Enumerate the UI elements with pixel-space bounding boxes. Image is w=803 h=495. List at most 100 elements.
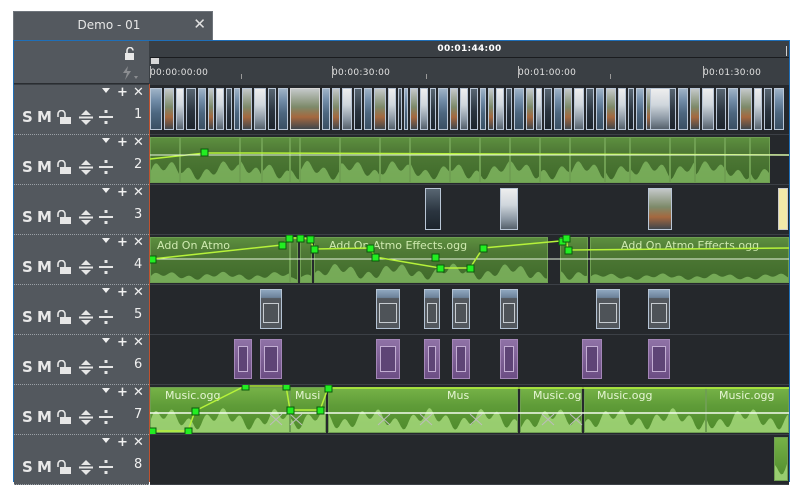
add-track-icon[interactable]: +: [117, 436, 128, 449]
track-lane-5[interactable]: [150, 285, 789, 335]
video-clip-thumbnail[interactable]: [618, 88, 626, 130]
mute-button[interactable]: M: [37, 258, 52, 276]
track-height-icon[interactable]: [78, 360, 94, 375]
video-clip-thumbnail[interactable]: [648, 188, 672, 230]
effect-object[interactable]: [452, 339, 470, 379]
track-lock-icon[interactable]: [57, 359, 73, 375]
video-clip-thumbnail[interactable]: [388, 88, 396, 130]
video-clip-thumbnail[interactable]: [536, 88, 542, 130]
video-clip-thumbnail[interactable]: [764, 88, 772, 130]
track-split-icon[interactable]: [98, 360, 114, 375]
video-clip-thumbnail[interactable]: [740, 88, 752, 130]
video-clip-thumbnail[interactable]: [410, 88, 418, 130]
track-split-icon[interactable]: [98, 410, 114, 425]
mute-button[interactable]: M: [37, 458, 52, 476]
mute-button[interactable]: M: [37, 358, 52, 376]
effect-object[interactable]: [452, 289, 470, 329]
video-clip-thumbnail[interactable]: [586, 88, 594, 130]
add-track-icon[interactable]: +: [117, 236, 128, 249]
delete-track-icon[interactable]: ✕: [133, 86, 144, 99]
video-clip-thumbnail[interactable]: [596, 88, 604, 130]
volume-envelope[interactable]: [150, 235, 789, 285]
effect-object[interactable]: [424, 289, 440, 329]
effect-object[interactable]: [500, 339, 518, 379]
track-header-7[interactable]: + ✕ S M 7: [14, 385, 149, 435]
track-split-icon[interactable]: [98, 110, 114, 125]
effect-object[interactable]: [424, 339, 440, 379]
track-split-icon[interactable]: [98, 260, 114, 275]
video-clip-thumbnail[interactable]: [778, 188, 788, 230]
video-clip-thumbnail[interactable]: [564, 88, 572, 130]
padlock-open-icon[interactable]: [124, 47, 138, 61]
video-clip-thumbnail[interactable]: [290, 88, 320, 130]
video-clip-thumbnail[interactable]: [322, 88, 330, 130]
volume-envelope[interactable]: [150, 385, 789, 435]
video-clip-thumbnail[interactable]: [496, 88, 504, 130]
mute-button[interactable]: M: [37, 108, 52, 126]
playhead-marker[interactable]: [151, 58, 159, 64]
delete-track-icon[interactable]: ✕: [133, 286, 144, 299]
effect-object[interactable]: [376, 339, 400, 379]
track-height-icon[interactable]: [78, 160, 94, 175]
lightning-icon[interactable]: [120, 66, 140, 80]
track-header-2[interactable]: + ✕ S M 2: [14, 135, 149, 185]
track-height-icon[interactable]: [78, 310, 94, 325]
track-header-8[interactable]: + ✕ S M 8: [14, 435, 149, 485]
video-clip-thumbnail[interactable]: [488, 88, 494, 130]
track-height-icon[interactable]: [78, 110, 94, 125]
track-header-6[interactable]: + ✕ S M 6: [14, 335, 149, 385]
track-height-icon[interactable]: [78, 410, 94, 425]
video-clip-thumbnail[interactable]: [278, 88, 288, 130]
video-clip-thumbnail[interactable]: [606, 88, 616, 130]
video-clip-thumbnail[interactable]: [470, 88, 478, 130]
track-menu-chevron-down-icon[interactable]: [102, 388, 110, 393]
video-clip-thumbnail[interactable]: [186, 88, 196, 130]
effect-object[interactable]: [500, 289, 518, 329]
mute-button[interactable]: M: [37, 208, 52, 226]
track-header-1[interactable]: + ✕ S M 1: [14, 85, 149, 135]
video-clip-thumbnail[interactable]: [342, 88, 352, 130]
effect-object[interactable]: [648, 289, 670, 329]
track-menu-chevron-down-icon[interactable]: [102, 188, 110, 193]
time-ruler[interactable]: 00:01:44:00 00:00:00:00 00:00:30:00 00:0…: [150, 41, 789, 84]
delete-track-icon[interactable]: ✕: [133, 186, 144, 199]
effect-object[interactable]: [234, 339, 252, 379]
volume-envelope[interactable]: [150, 135, 789, 185]
delete-track-icon[interactable]: ✕: [133, 236, 144, 249]
track-split-icon[interactable]: [98, 460, 114, 475]
track-menu-chevron-down-icon[interactable]: [102, 338, 110, 343]
video-clip-thumbnail[interactable]: [438, 88, 448, 130]
video-clip-thumbnail[interactable]: [526, 88, 534, 130]
effect-object[interactable]: [260, 289, 282, 329]
track-header-5[interactable]: + ✕ S M 5: [14, 285, 149, 335]
video-clip-thumbnail[interactable]: [690, 88, 700, 130]
video-clip-thumbnail[interactable]: [554, 88, 562, 130]
track-menu-chevron-down-icon[interactable]: [102, 288, 110, 293]
video-clip-thumbnail[interactable]: [404, 88, 408, 130]
solo-button[interactable]: S: [22, 158, 33, 176]
track-lane-7[interactable]: Music.oggMusiMusMusic.oggMusic.oggMusic.…: [150, 385, 789, 435]
video-clip-thumbnail[interactable]: [242, 88, 252, 130]
add-track-icon[interactable]: +: [117, 86, 128, 99]
video-clip-thumbnail[interactable]: [774, 88, 784, 130]
video-clip-thumbnail[interactable]: [544, 88, 552, 130]
video-clip-thumbnail[interactable]: [198, 88, 206, 130]
video-clip-thumbnail[interactable]: [268, 88, 276, 130]
track-split-icon[interactable]: [98, 160, 114, 175]
track-split-icon[interactable]: [98, 210, 114, 225]
track-lock-icon[interactable]: [57, 209, 73, 225]
video-clip-thumbnail[interactable]: [226, 88, 232, 130]
solo-button[interactable]: S: [22, 208, 33, 226]
video-clip-thumbnail[interactable]: [574, 88, 584, 130]
video-clip-thumbnail[interactable]: [500, 188, 518, 230]
video-clip-thumbnail[interactable]: [450, 88, 458, 130]
track-lane-4[interactable]: Add On Atmo Add On Atmo Effects.ogg Add On…: [150, 235, 789, 285]
audio-clip[interactable]: [774, 437, 788, 481]
track-lane-6[interactable]: [150, 335, 789, 385]
video-clip-thumbnail[interactable]: [332, 88, 340, 130]
video-clip-thumbnail[interactable]: [460, 88, 468, 130]
track-lock-icon[interactable]: [57, 409, 73, 425]
video-clip-thumbnail[interactable]: [150, 88, 162, 130]
effect-object[interactable]: [596, 289, 620, 329]
solo-button[interactable]: S: [22, 258, 33, 276]
